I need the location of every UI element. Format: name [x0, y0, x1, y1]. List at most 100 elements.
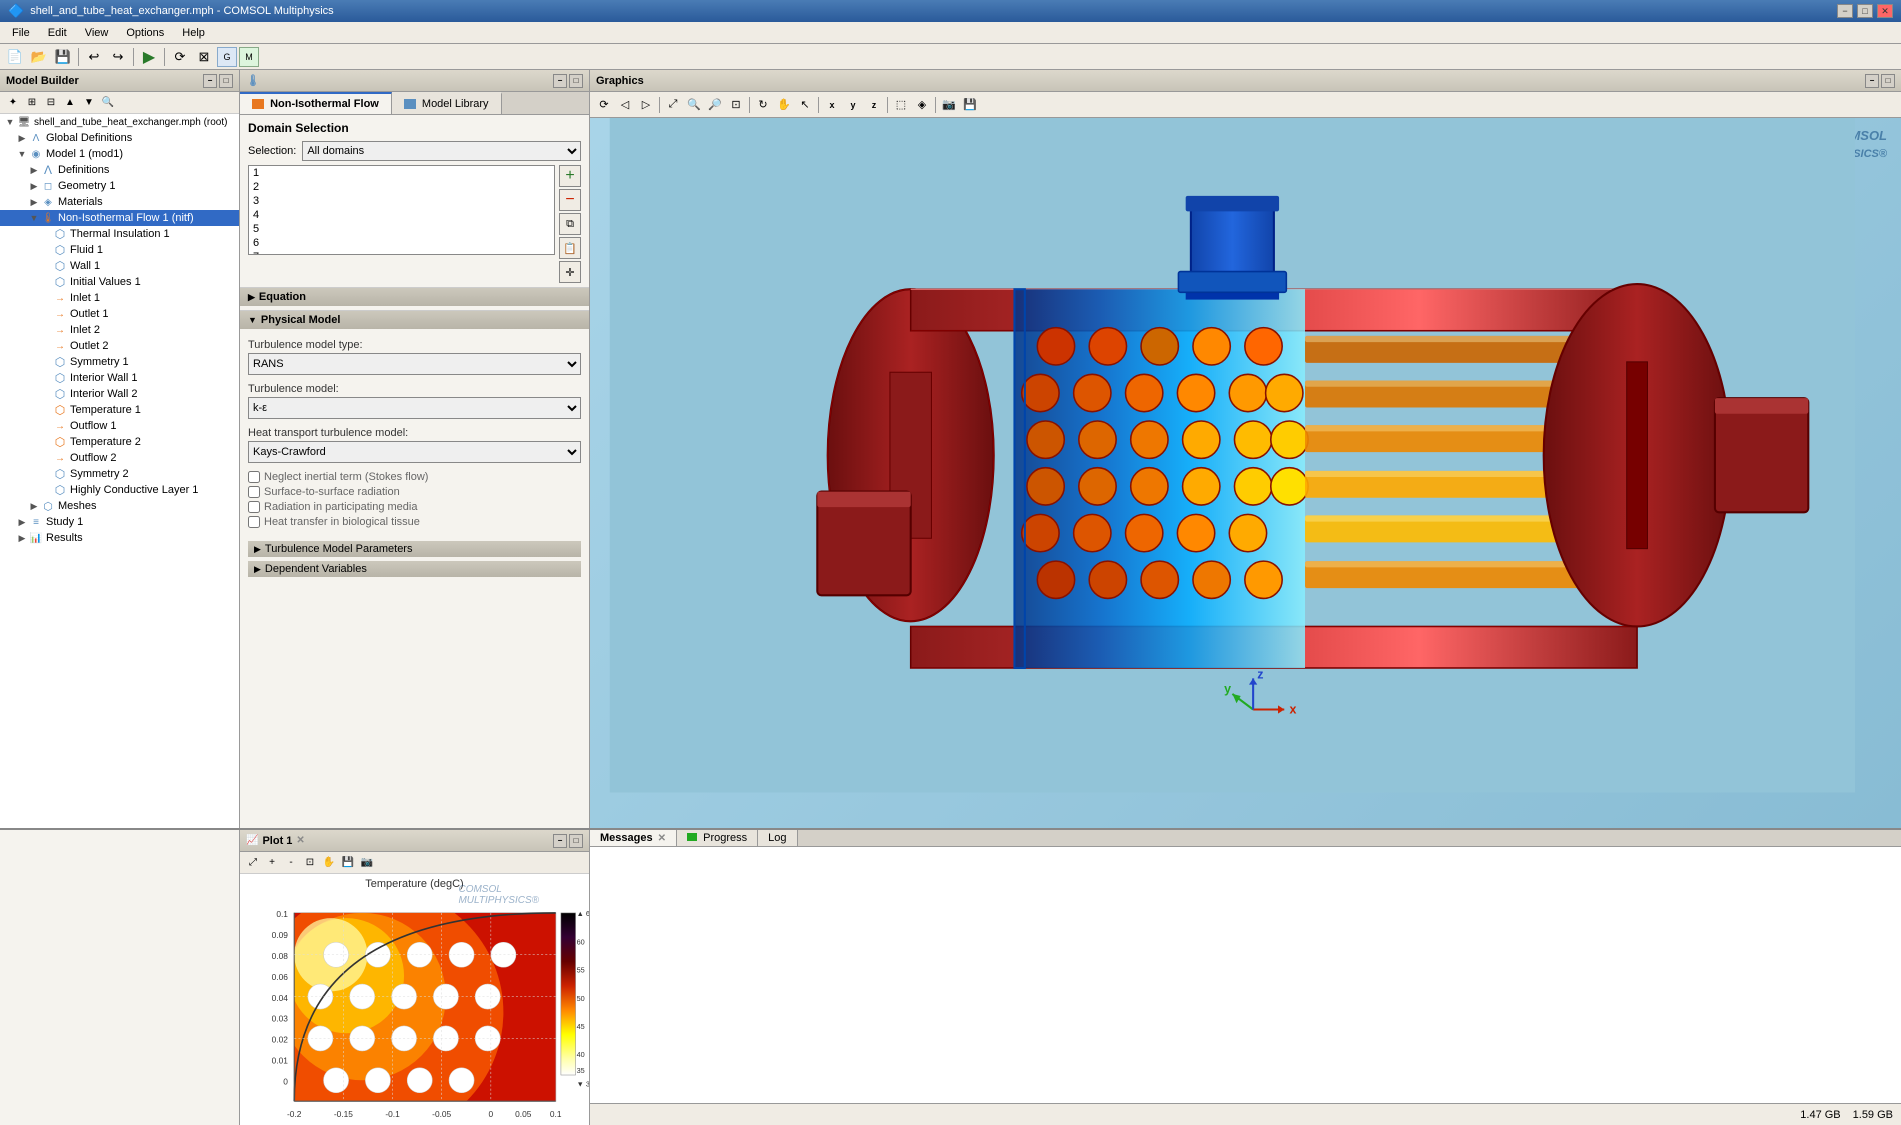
gfx-rotate-btn[interactable]: ↻ [753, 95, 773, 115]
gfx-zoom-box-btn[interactable]: ⊡ [726, 95, 746, 115]
tree-item-initial1[interactable]: ⬡ Initial Values 1 [0, 274, 239, 290]
gfx-pan-btn[interactable]: ✋ [774, 95, 794, 115]
tree-item-results[interactable]: ▶ 📊 Results [0, 530, 239, 546]
tree-collapse-btn[interactable]: ⊟ [42, 94, 60, 112]
tree-item-thermal-ins[interactable]: ⬡ Thermal Insulation 1 [0, 226, 239, 242]
tree-item-inlet2[interactable]: → Inlet 2 [0, 322, 239, 338]
list-copy-btn[interactable]: ⧉ [559, 213, 581, 235]
tree-item-outflow2[interactable]: → Outflow 2 [0, 450, 239, 466]
gfx-export-btn[interactable]: 💾 [960, 95, 980, 115]
tree-item-definitions[interactable]: ▶ Λ Definitions [0, 162, 239, 178]
gfx-zoom-in-btn[interactable]: 🔍 [684, 95, 704, 115]
plot1-pan-btn[interactable]: ✋ [320, 854, 338, 872]
tree-item-temp2[interactable]: ⬡ Temperature 2 [0, 434, 239, 450]
graphics-area[interactable]: COMSOLMULTIPHYSICS® [590, 118, 1901, 828]
tree-item-inlet1[interactable]: → Inlet 1 [0, 290, 239, 306]
tree-item-nitf[interactable]: ▼ 🌡 Non-Isothermal Flow 1 (nitf) [0, 210, 239, 226]
open-button[interactable]: 📂 [28, 46, 50, 68]
gfx-reset-btn[interactable]: ⟳ [594, 95, 614, 115]
undo-button[interactable]: ↩ [83, 46, 105, 68]
tree-item-materials[interactable]: ▶ ◈ Materials [0, 194, 239, 210]
plot1-restore-btn[interactable]: □ [569, 834, 583, 848]
tree-item-hcl1[interactable]: ⬡ Highly Conductive Layer 1 [0, 482, 239, 498]
gfx-view-y-btn[interactable]: y [843, 95, 863, 115]
mesh-button[interactable]: M [239, 47, 259, 67]
tree-item-fluid1[interactable]: ⬡ Fluid 1 [0, 242, 239, 258]
gfx-select-btn[interactable]: ↖ [795, 95, 815, 115]
redo-button[interactable]: ↪ [107, 46, 129, 68]
tree-item-outlet1[interactable]: → Outlet 1 [0, 306, 239, 322]
gfx-view-x-btn[interactable]: x [822, 95, 842, 115]
tab-non-isothermal[interactable]: Non-Isothermal Flow [240, 92, 392, 114]
dependent-vars-header[interactable]: Dependent Variables [248, 561, 581, 577]
tree-down-btn[interactable]: ▼ [80, 94, 98, 112]
turbulence-params-header[interactable]: Turbulence Model Parameters [248, 541, 581, 557]
graphics-min-btn[interactable]: − [1865, 74, 1879, 88]
tree-item-iwall1[interactable]: ⬡ Interior Wall 1 [0, 370, 239, 386]
reset-button[interactable]: ⊠ [193, 46, 215, 68]
minimize-button[interactable]: − [1837, 4, 1853, 18]
domain-item-6[interactable]: 6 [249, 236, 554, 250]
gfx-zoom-out-btn[interactable]: 🔎 [705, 95, 725, 115]
domain-item-4[interactable]: 4 [249, 208, 554, 222]
physics-panel-min-btn[interactable]: − [553, 74, 567, 88]
list-paste-btn[interactable]: 📋 [559, 237, 581, 259]
maximize-button[interactable]: □ [1857, 4, 1873, 18]
tree-item-model1[interactable]: ▼ ◉ Model 1 (mod1) [0, 146, 239, 162]
gfx-screenshot-btn[interactable]: 📷 [939, 95, 959, 115]
new-button[interactable]: 📄 [4, 46, 26, 68]
tree-item-outlet2[interactable]: → Outlet 2 [0, 338, 239, 354]
checkbox-part-rad-input[interactable] [248, 501, 260, 513]
tree-item-symmetry2[interactable]: ⬡ Symmetry 2 [0, 466, 239, 482]
close-button[interactable]: ✕ [1877, 4, 1893, 18]
plot1-export-btn[interactable]: 📷 [358, 854, 376, 872]
heat-transport-select[interactable]: Kays-Crawford Algebraic yPlus None [248, 441, 581, 463]
turbulence-type-select[interactable]: RANS LES None [248, 353, 581, 375]
menu-view[interactable]: View [77, 25, 117, 41]
status-tab-log[interactable]: Log [758, 830, 797, 846]
tree-item-symmetry1[interactable]: ⬡ Symmetry 1 [0, 354, 239, 370]
tree-item-root[interactable]: ▼ 🖥 shell_and_tube_heat_exchanger.mph (r… [0, 114, 239, 130]
plot1-zoom-box-btn[interactable]: ⊡ [301, 854, 319, 872]
tree-filter-btn[interactable]: 🔍 [99, 94, 117, 112]
selection-dropdown[interactable]: All domains Domain 1 Domain 2 Manual [302, 141, 581, 161]
save-button[interactable]: 💾 [52, 46, 74, 68]
list-select-btn[interactable]: ✛ [559, 261, 581, 283]
panel-restore-btn[interactable]: □ [219, 74, 233, 88]
checkbox-stokes-input[interactable] [248, 471, 260, 483]
plot1-zoom-in-btn[interactable]: + [263, 854, 281, 872]
tree-item-outflow1[interactable]: → Outflow 1 [0, 418, 239, 434]
tree-item-geometry1[interactable]: ▶ ◻ Geometry 1 [0, 178, 239, 194]
plot1-zoom-out-btn[interactable]: - [282, 854, 300, 872]
domain-item-7[interactable]: 7 [249, 250, 554, 255]
status-tab-progress[interactable]: Progress [677, 830, 758, 846]
geometry-button[interactable]: G [217, 47, 237, 67]
tree-item-temp1[interactable]: ⬡ Temperature 1 [0, 402, 239, 418]
equation-header[interactable]: Equation [240, 288, 589, 306]
gfx-wireframe-btn[interactable]: ◈ [912, 95, 932, 115]
gfx-view-z-btn[interactable]: z [864, 95, 884, 115]
physical-model-header[interactable]: Physical Model [240, 311, 589, 329]
gfx-back-btn[interactable]: ◁ [615, 95, 635, 115]
tree-item-study1[interactable]: ▶ ≡ Study 1 [0, 514, 239, 530]
tree-item-meshes[interactable]: ▶ ⬡ Meshes [0, 498, 239, 514]
checkbox-surface-rad-input[interactable] [248, 486, 260, 498]
gfx-forward-btn[interactable]: ▷ [636, 95, 656, 115]
status-tab-messages[interactable]: Messages ✕ [590, 830, 677, 846]
tree-add-node-btn[interactable]: ✦ [4, 94, 22, 112]
tree-item-iwall2[interactable]: ⬡ Interior Wall 2 [0, 386, 239, 402]
panel-minimize-btn[interactable]: − [203, 74, 217, 88]
plot1-min-btn[interactable]: − [553, 834, 567, 848]
menu-options[interactable]: Options [118, 25, 172, 41]
tree-item-global[interactable]: ▶ Λ Global Definitions [0, 130, 239, 146]
tree-up-btn[interactable]: ▲ [61, 94, 79, 112]
physics-panel-restore-btn[interactable]: □ [569, 74, 583, 88]
tab-model-library[interactable]: Model Library [392, 92, 502, 114]
menu-help[interactable]: Help [174, 25, 213, 41]
turbulence-model-select[interactable]: k-ε k-ω SST [248, 397, 581, 419]
checkbox-bio-tissue-input[interactable] [248, 516, 260, 528]
domain-item-1[interactable]: 1 [249, 166, 554, 180]
list-add-btn[interactable]: + [559, 165, 581, 187]
domain-list[interactable]: 1 2 3 4 5 6 7 8 [248, 165, 555, 255]
gfx-perspective-btn[interactable]: ⬚ [891, 95, 911, 115]
